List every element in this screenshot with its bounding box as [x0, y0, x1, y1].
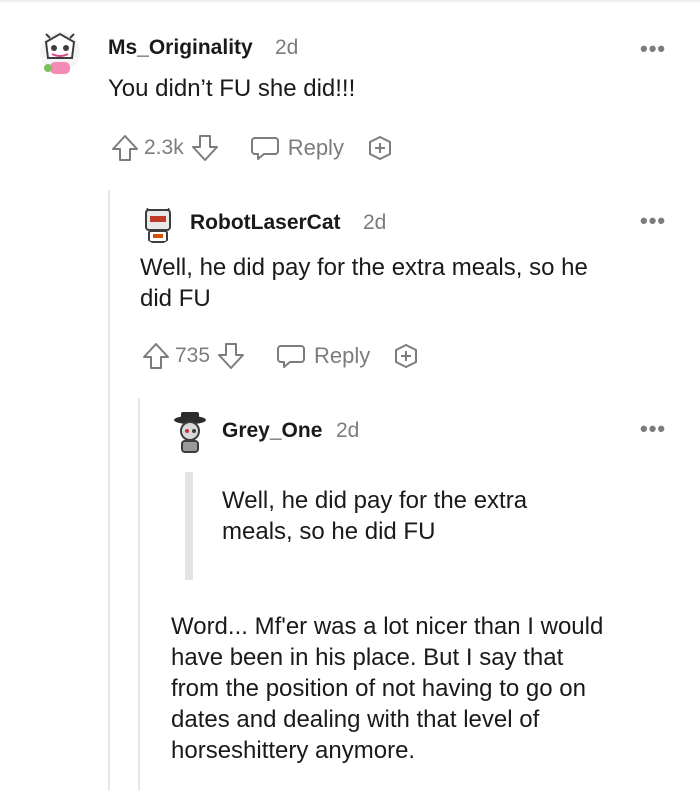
comment-text-line: did FU	[140, 285, 211, 312]
comment-text: You didn’t FU she did!!!	[108, 75, 356, 102]
avatar[interactable]	[140, 204, 176, 244]
comment-age: 2d	[336, 419, 360, 442]
comment-actions: 735 Reply	[141, 341, 420, 371]
comment-actions: 2.3k Reply	[110, 133, 394, 163]
avatar[interactable]	[38, 28, 82, 80]
comment-text-line: Word... Mf'er was a lot nicer than I wou…	[171, 613, 604, 640]
quote-bar	[185, 472, 193, 580]
comment-text-line: from the position of not having to go on	[171, 675, 586, 702]
username[interactable]: Grey_One	[222, 419, 322, 443]
thread-line-level-1[interactable]	[108, 190, 110, 791]
username[interactable]: RobotLaserCat	[190, 211, 341, 235]
quoted-text-line: Well, he did pay for the extra	[222, 487, 528, 514]
comment-text-line: horseshittery anymore.	[171, 737, 416, 764]
comment-text: Word... Mf'er was a lot nicer than I wou…	[171, 611, 603, 766]
reply-button[interactable]: Reply	[250, 134, 344, 162]
downvote-icon[interactable]	[190, 133, 220, 163]
quoted-text: Well, he did pay for the extra meals, so…	[222, 485, 527, 547]
more-options-button[interactable]: •••	[640, 416, 666, 442]
thread-line-level-2[interactable]	[138, 398, 140, 791]
reply-label: Reply	[287, 135, 344, 160]
comment-age: 2d	[363, 211, 387, 234]
award-plus-icon[interactable]	[392, 342, 420, 370]
comment-text-line: have been in his place. But I say that	[171, 644, 564, 671]
upvote-icon[interactable]	[141, 341, 171, 371]
username[interactable]: Ms_Originality	[108, 36, 253, 60]
vote-count: 2.3k	[144, 136, 184, 159]
vote-count: 735	[175, 344, 211, 367]
comment-text: Well, he did pay for the extra meals, so…	[140, 252, 588, 314]
more-options-button[interactable]: •••	[640, 36, 666, 62]
reply-label: Reply	[314, 343, 371, 368]
top-divider	[0, 0, 700, 2]
quoted-text-line: meals, so he did FU	[222, 518, 436, 545]
comment-age: 2d	[275, 36, 299, 59]
comment-text-line: Well, he did pay for the extra meals, so…	[140, 254, 588, 281]
reply-button[interactable]: Reply	[276, 342, 370, 370]
more-options-button[interactable]: •••	[640, 208, 666, 234]
downvote-icon[interactable]	[216, 341, 246, 371]
award-plus-icon[interactable]	[366, 134, 394, 162]
upvote-icon[interactable]	[110, 133, 140, 163]
comment-text-line: dates and dealing with that level of	[171, 706, 540, 733]
avatar[interactable]	[170, 410, 210, 454]
